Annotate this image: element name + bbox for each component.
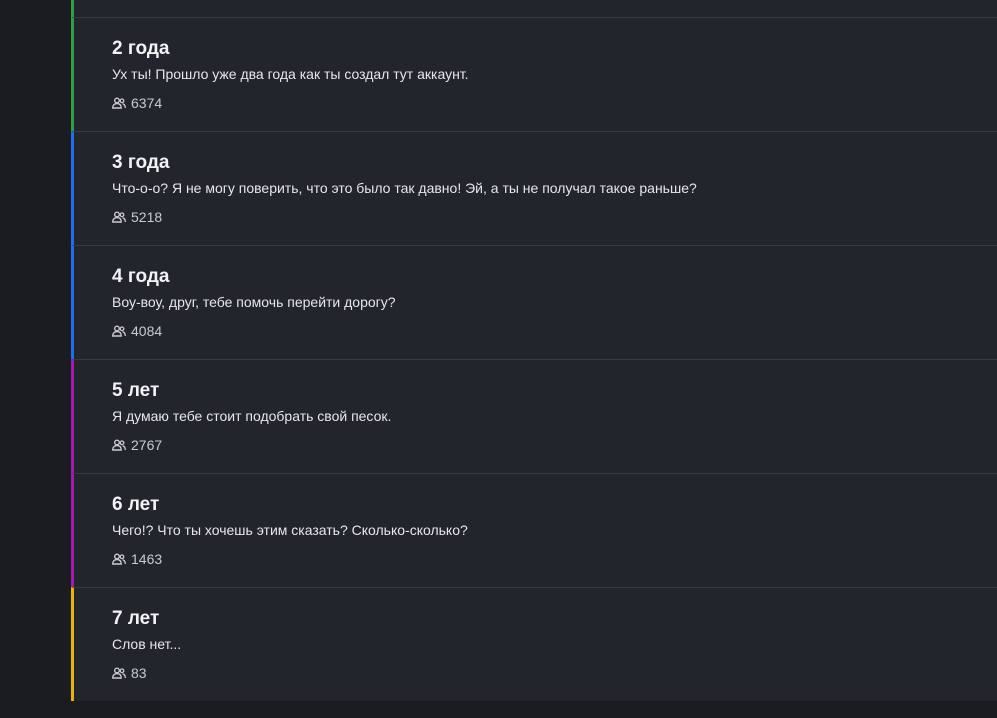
achievement-count: 4084 xyxy=(112,323,162,339)
achievement-count: 83 xyxy=(112,665,147,681)
achievement-count-value: 1463 xyxy=(131,551,163,567)
achievement-title: 2 года xyxy=(112,38,170,59)
previous-item-partial xyxy=(71,0,997,17)
users-icon xyxy=(112,667,126,679)
achievement-list: 2 года Ух ты! Прошло уже два года как ты… xyxy=(71,0,997,701)
achievement-item[interactable]: 3 года Что-о-о? Я не могу поверить, что … xyxy=(71,131,997,245)
page: 2 года Ух ты! Прошло уже два года как ты… xyxy=(0,0,997,718)
achievement-title: 6 лет xyxy=(112,494,160,515)
achievement-description: Чего!? Что ты хочешь этим сказать? Сколь… xyxy=(112,522,468,538)
users-icon xyxy=(112,325,126,337)
users-icon xyxy=(112,211,126,223)
achievement-count-value: 6374 xyxy=(131,95,163,111)
achievement-description: Слов нет... xyxy=(112,636,182,652)
achievement-title: 4 года xyxy=(112,266,170,287)
achievement-count: 6374 xyxy=(112,95,162,111)
achievement-count: 2767 xyxy=(112,437,162,453)
achievement-count: 1463 xyxy=(112,551,162,567)
achievement-title: 5 лет xyxy=(112,380,160,401)
achievement-item[interactable]: 5 лет Я думаю тебе стоит подобрать свой … xyxy=(71,359,997,473)
achievement-count-value: 4084 xyxy=(131,323,163,339)
achievement-description: Я думаю тебе стоит подобрать свой песок. xyxy=(112,408,392,424)
users-icon xyxy=(112,439,126,451)
achievement-description: Воу-воу, друг, тебе помочь перейти дорог… xyxy=(112,294,396,310)
achievement-title: 7 лет xyxy=(112,608,160,629)
achievement-description: Ух ты! Прошло уже два года как ты создал… xyxy=(112,66,469,82)
achievement-item[interactable]: 4 года Воу-воу, друг, тебе помочь перейт… xyxy=(71,245,997,359)
achievement-description: Что-о-о? Я не могу поверить, что это был… xyxy=(112,180,697,196)
achievement-title: 3 года xyxy=(112,152,170,173)
users-icon xyxy=(112,97,126,109)
achievement-count-value: 2767 xyxy=(131,437,163,453)
achievement-count-value: 5218 xyxy=(131,209,163,225)
achievement-item[interactable]: 7 лет Слов нет... 83 xyxy=(71,587,997,701)
achievement-count-value: 83 xyxy=(131,665,147,681)
users-icon xyxy=(112,553,126,565)
achievement-item[interactable]: 6 лет Чего!? Что ты хочешь этим сказать?… xyxy=(71,473,997,587)
achievement-item[interactable]: 2 года Ух ты! Прошло уже два года как ты… xyxy=(71,17,997,131)
achievement-count: 5218 xyxy=(112,209,162,225)
